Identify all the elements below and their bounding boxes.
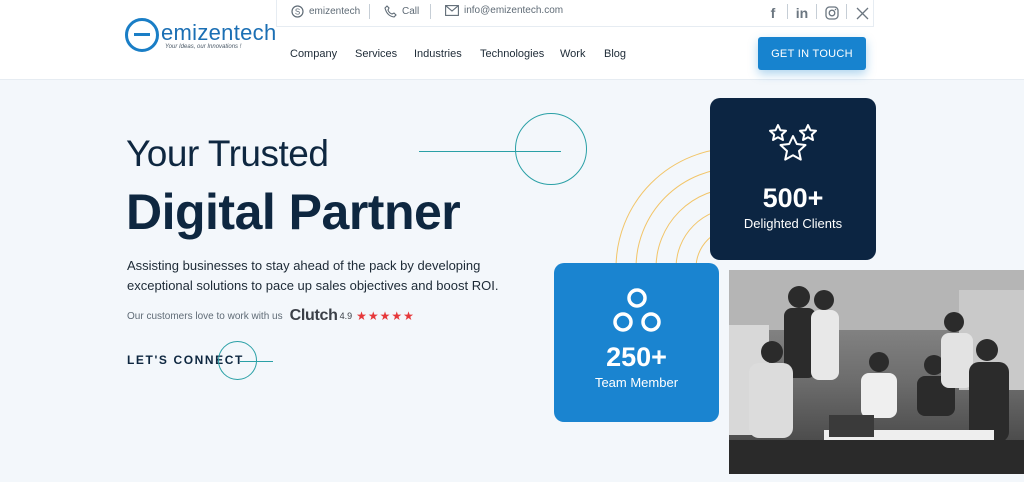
nav-industries[interactable]: Industries (414, 48, 462, 60)
skype-icon: S (291, 5, 304, 18)
clients-stat-card: 500+ Delighted Clients (710, 98, 876, 260)
nav-technologies[interactable]: Technologies (480, 48, 544, 60)
x-twitter-icon[interactable] (853, 4, 871, 22)
rating-stars-icon: ★★★★★ (356, 309, 415, 323)
hero-title-line1: Your Trusted (126, 133, 329, 174)
phone-icon (384, 5, 397, 18)
team-label: Team Member (594, 375, 679, 390)
nav-services[interactable]: Services (355, 48, 397, 60)
hero-description: Assisting businesses to stay ahead of th… (127, 258, 499, 293)
nav-company[interactable]: Company (290, 48, 337, 60)
brand-name: emizentech (161, 20, 277, 45)
team-stat-card: 250+ Team Member (554, 263, 719, 422)
mail-icon (445, 5, 459, 16)
nav-work[interactable]: Work (560, 48, 585, 60)
clutch-rating: 4.9 (339, 311, 353, 321)
nav-blog[interactable]: Blog (604, 48, 626, 60)
brand-tagline: Your Ideas, our Innovations ! (165, 44, 242, 50)
divider (816, 4, 817, 19)
email-label: info@emizentech.com (464, 5, 564, 16)
top-contact-bar: S emizentech Call info@emizentech.com f … (276, 0, 874, 27)
skype-link[interactable]: S emizentech (291, 5, 360, 18)
brand-logo[interactable]: emizentech Your Ideas, our Innovations ! (125, 18, 277, 52)
decorative-circle (515, 113, 587, 185)
clients-count: 500+ (762, 183, 824, 213)
clutch-intro: Our customers love to work with us (127, 310, 283, 322)
call-link[interactable]: Call (384, 5, 419, 18)
get-in-touch-button[interactable]: GET IN TOUCH (758, 37, 866, 70)
stars-icon (769, 124, 817, 161)
facebook-icon[interactable]: f (764, 4, 782, 22)
divider (430, 4, 431, 19)
instagram-icon[interactable] (823, 4, 841, 22)
divider (369, 4, 370, 19)
site-header: emizentech Your Ideas, our Innovations !… (0, 0, 1024, 80)
call-label: Call (402, 6, 420, 17)
logo-icon (125, 18, 159, 52)
team-count: 250+ (606, 342, 667, 372)
clutch-logo[interactable]: Clutch (290, 307, 338, 325)
divider (846, 4, 847, 19)
team-photo (729, 270, 1024, 474)
hero-title-line2: Digital Partner (126, 184, 461, 240)
clients-label: Delighted Clients (743, 216, 843, 231)
clutch-review-row: Our customers love to work with us Clutc… (127, 307, 415, 325)
team-icon (612, 288, 661, 332)
svg-text:S: S (295, 7, 300, 16)
email-link[interactable]: info@emizentech.com (445, 5, 563, 16)
divider (787, 4, 788, 19)
skype-label: emizentech (309, 6, 361, 17)
connect-line (240, 361, 273, 362)
linkedin-icon[interactable]: in (793, 4, 811, 22)
